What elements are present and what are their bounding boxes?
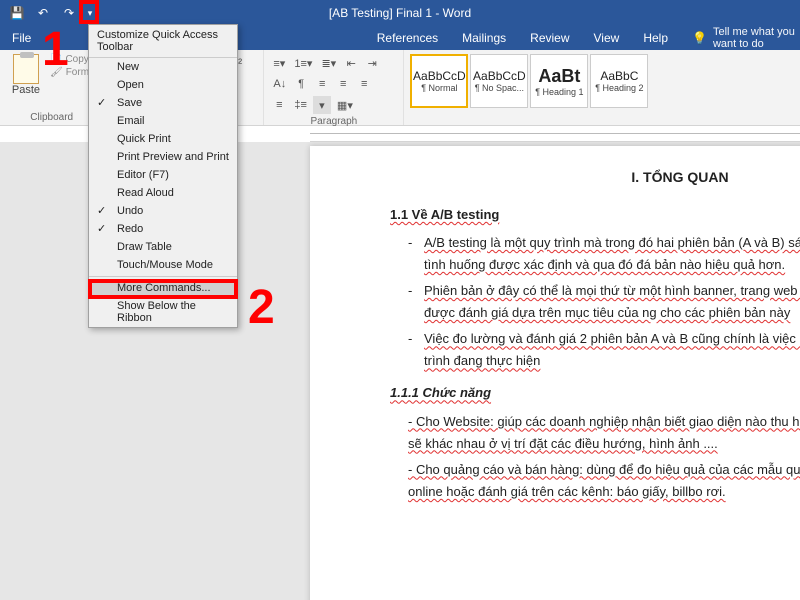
clipboard-group-label: Clipboard	[6, 110, 97, 123]
qat-customize-dropdown[interactable]: ▾	[84, 2, 96, 24]
doc-s11: 1.1 Về A/B testing	[390, 204, 800, 226]
bullet-3: -Việc đo lường và đánh giá 2 phiên bản A…	[408, 328, 800, 372]
style-heading2[interactable]: AaBbC ¶ Heading 2	[590, 54, 648, 108]
decrease-indent-icon[interactable]: ⇤	[342, 54, 360, 72]
tab-mailings[interactable]: Mailings	[450, 26, 518, 50]
numbering-icon[interactable]: 1≡▾	[291, 54, 315, 72]
qat-item-redo[interactable]: Redo	[89, 220, 237, 238]
qat-item-printpreview[interactable]: Print Preview and Print	[89, 148, 237, 166]
doc-s111: 1.1.1 Chức năng	[390, 382, 800, 404]
align-center-icon[interactable]: ≡	[334, 75, 352, 93]
bullet-2: -Phiên bản ở đây có thể là mọi thứ từ mộ…	[408, 280, 800, 324]
tab-help[interactable]: Help	[631, 26, 680, 50]
paste-button[interactable]: Paste	[6, 54, 46, 96]
paste-icon	[13, 54, 39, 84]
qat-item-quickprint[interactable]: Quick Print	[89, 130, 237, 148]
increase-indent-icon[interactable]: ⇥	[363, 54, 381, 72]
tab-file[interactable]: File	[0, 26, 43, 50]
justify-icon[interactable]: ≡	[270, 96, 288, 114]
styles-group: AaBbCcD ¶ Normal AaBbCcD ¶ No Spac... Aa…	[404, 50, 654, 125]
window-title: [AB Testing] Final 1 - Word	[329, 6, 471, 20]
borders-icon[interactable]: ▦▾	[334, 96, 356, 114]
qat-item-touchmouse[interactable]: Touch/Mouse Mode	[89, 256, 237, 274]
style-no-spacing[interactable]: AaBbCcD ¶ No Spac...	[470, 54, 528, 108]
qat-item-new[interactable]: New	[89, 58, 237, 76]
doc-h1: I. TỔNG QUAN	[390, 166, 800, 190]
ruler[interactable]	[310, 126, 800, 142]
sort-icon[interactable]: A↓	[270, 75, 289, 93]
tab-view[interactable]: View	[582, 26, 632, 50]
tab-review[interactable]: Review	[518, 26, 581, 50]
tab-references[interactable]: References	[365, 26, 450, 50]
para-1: - Cho Website: giúp các doanh nghiệp nhậ…	[408, 411, 800, 455]
paste-label: Paste	[12, 84, 40, 96]
qat-item-undo[interactable]: Undo	[89, 202, 237, 220]
style-normal[interactable]: AaBbCcD ¶ Normal	[410, 54, 468, 108]
qat-item-save[interactable]: Save	[89, 94, 237, 112]
qat-item-more-commands[interactable]: More Commands...	[89, 279, 237, 297]
shading-icon[interactable]: ▾	[313, 96, 331, 114]
tell-me-label: Tell me what you want to do	[713, 26, 800, 50]
paragraph-group: ≡▾ 1≡▾ ≣▾ ⇤ ⇥ A↓ ¶ ≡ ≡ ≡ ≡ ‡≡ ▾ ▦▾ Parag…	[264, 50, 404, 125]
qat-item-show-below[interactable]: Show Below the Ribbon	[89, 297, 237, 327]
line-spacing-icon[interactable]: ‡≡	[291, 96, 310, 114]
quick-access-toolbar: 💾 ↶ ↷ ▾	[0, 2, 96, 24]
brush-icon: 🖌	[50, 67, 63, 78]
bullets-icon[interactable]: ≡▾	[270, 54, 288, 72]
align-right-icon[interactable]: ≡	[355, 75, 373, 93]
lightbulb-icon: 💡	[692, 31, 707, 45]
qat-customize-menu: Customize Quick Access Toolbar New Open …	[88, 24, 238, 328]
para-2: - Cho quảng cáo và bán hàng: dùng để đo …	[408, 459, 800, 503]
save-icon[interactable]: 💾	[6, 2, 28, 24]
qat-item-readaloud[interactable]: Read Aloud	[89, 184, 237, 202]
qat-menu-title: Customize Quick Access Toolbar	[89, 25, 237, 58]
page[interactable]: I. TỔNG QUAN 1.1 Về A/B testing -A/B tes…	[310, 146, 800, 600]
qat-item-open[interactable]: Open	[89, 76, 237, 94]
showmarks-icon[interactable]: ¶	[292, 75, 310, 93]
qat-separator	[89, 276, 237, 277]
qat-item-editor[interactable]: Editor (F7)	[89, 166, 237, 184]
title-bar: 💾 ↶ ↷ ▾ [AB Testing] Final 1 - Word	[0, 0, 800, 26]
style-heading1[interactable]: AaBt ¶ Heading 1	[530, 54, 588, 108]
qat-item-drawtable[interactable]: Draw Table	[89, 238, 237, 256]
copy-icon: 📄	[50, 54, 62, 65]
undo-icon[interactable]: ↶	[32, 2, 54, 24]
redo-icon[interactable]: ↷	[58, 2, 80, 24]
bullet-1: -A/B testing là một quy trình mà trong đ…	[408, 232, 800, 276]
qat-item-email[interactable]: Email	[89, 112, 237, 130]
align-left-icon[interactable]: ≡	[313, 75, 331, 93]
tell-me[interactable]: 💡 Tell me what you want to do	[692, 26, 800, 50]
multilevel-icon[interactable]: ≣▾	[318, 54, 339, 72]
